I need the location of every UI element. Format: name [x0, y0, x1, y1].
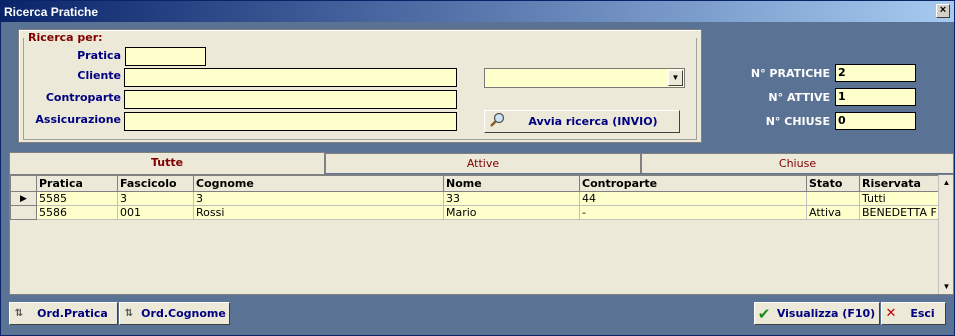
chiuse-count-field: 0 [835, 112, 916, 130]
sort-icon: ⇅ [124, 308, 134, 319]
search-window: Ricerca Pratiche × Ricerca per: Pratica … [0, 0, 955, 336]
close-x-icon: ✕ [885, 306, 897, 321]
visualizza-button[interactable]: ✔ Visualizza (F10) [754, 302, 880, 325]
cell-stato[interactable]: Attiva [806, 205, 860, 220]
tab-tutte[interactable]: Tutte [9, 152, 325, 174]
results-grid: Pratica Fascicolo Cognome Nome Contropar… [9, 174, 954, 295]
controparte-field[interactable] [124, 90, 457, 109]
cell-nome[interactable]: Mario [443, 205, 580, 220]
ord-pratica-button[interactable]: ⇅ Ord.Pratica [9, 302, 118, 325]
assicurazione-field[interactable] [124, 112, 457, 131]
attive-count-field: 1 [835, 88, 916, 106]
chiuse-count-label: N° CHIUSE [765, 115, 830, 128]
cell-fascicolo[interactable]: 001 [117, 205, 194, 220]
cell-controparte[interactable]: - [579, 205, 807, 220]
cell-pratica[interactable]: 5586 [36, 205, 118, 220]
search-button-label: Avvia ricerca (INVIO) [528, 115, 658, 128]
controparte-label: Controparte [45, 91, 121, 104]
header-riservata[interactable]: Riservata [859, 175, 940, 192]
window-title: Ricerca Pratiche [4, 4, 99, 19]
table-row[interactable]: ▶ 5585 3 3 33 44 Tutti [10, 191, 940, 206]
ord-cognome-button[interactable]: ⇅ Ord.Cognome [119, 302, 230, 325]
header-pratica[interactable]: Pratica [36, 175, 118, 192]
close-icon[interactable]: × [936, 4, 950, 18]
pratiche-count-label: N° PRATICHE [750, 67, 830, 80]
header-stato[interactable]: Stato [806, 175, 860, 192]
pratiche-count-field: 2 [835, 64, 916, 82]
group-label: Ricerca per: [28, 31, 103, 44]
magnifier-icon [489, 112, 507, 131]
vertical-scrollbar[interactable]: ▲ ▼ [938, 175, 953, 294]
visualizza-label: Visualizza (F10) [776, 307, 876, 320]
row-selector[interactable] [10, 205, 37, 220]
tab-attive[interactable]: Attive [325, 153, 641, 173]
cell-cognome[interactable]: 3 [193, 191, 444, 206]
esci-label: Esci [910, 307, 935, 320]
row-selector-arrow-icon[interactable]: ▶ [10, 191, 37, 206]
pratica-label: Pratica [77, 49, 121, 62]
search-button[interactable]: Avvia ricerca (INVIO) [484, 110, 680, 133]
esci-button[interactable]: ✕ Esci [881, 302, 946, 325]
results-table: Pratica Fascicolo Cognome Nome Contropar… [10, 175, 940, 220]
assicurazione-label: Assicurazione [35, 113, 121, 126]
cell-nome[interactable]: 33 [443, 191, 580, 206]
scroll-up-icon[interactable]: ▲ [939, 175, 954, 190]
checkmark-icon: ✔ [757, 304, 771, 323]
ord-pratica-label: Ord.Pratica [37, 307, 108, 320]
ord-cognome-label: Ord.Cognome [141, 307, 226, 320]
header-controparte[interactable]: Controparte [579, 175, 807, 192]
cell-cognome[interactable]: Rossi [193, 205, 444, 220]
cell-pratica[interactable]: 5585 [36, 191, 118, 206]
sort-icon: ⇅ [14, 308, 24, 319]
filter-combo[interactable]: ▼ [484, 68, 685, 88]
cell-fascicolo[interactable]: 3 [117, 191, 194, 206]
cell-riservata[interactable]: Tutti [859, 191, 940, 206]
header-nome[interactable]: Nome [443, 175, 580, 192]
header-selector [10, 175, 37, 192]
tab-strip: Tutte Attive Chiuse [9, 152, 954, 174]
cell-stato[interactable] [806, 191, 860, 206]
cliente-field[interactable] [124, 68, 457, 87]
table-header: Pratica Fascicolo Cognome Nome Contropar… [10, 175, 940, 192]
attive-count-label: N° ATTIVE [768, 91, 830, 104]
pratica-field[interactable] [125, 47, 206, 66]
table-row[interactable]: 5586 001 Rossi Mario - Attiva BENEDETTA … [10, 205, 940, 220]
header-fascicolo[interactable]: Fascicolo [117, 175, 194, 192]
cell-controparte[interactable]: 44 [579, 191, 807, 206]
title-bar: Ricerca Pratiche × [1, 1, 954, 22]
chevron-down-icon[interactable]: ▼ [668, 70, 683, 86]
cliente-label: Cliente [77, 69, 121, 82]
scroll-down-icon[interactable]: ▼ [939, 279, 954, 294]
header-cognome[interactable]: Cognome [193, 175, 444, 192]
cell-riservata[interactable]: BENEDETTA F [859, 205, 940, 220]
tab-chiuse[interactable]: Chiuse [641, 153, 954, 173]
